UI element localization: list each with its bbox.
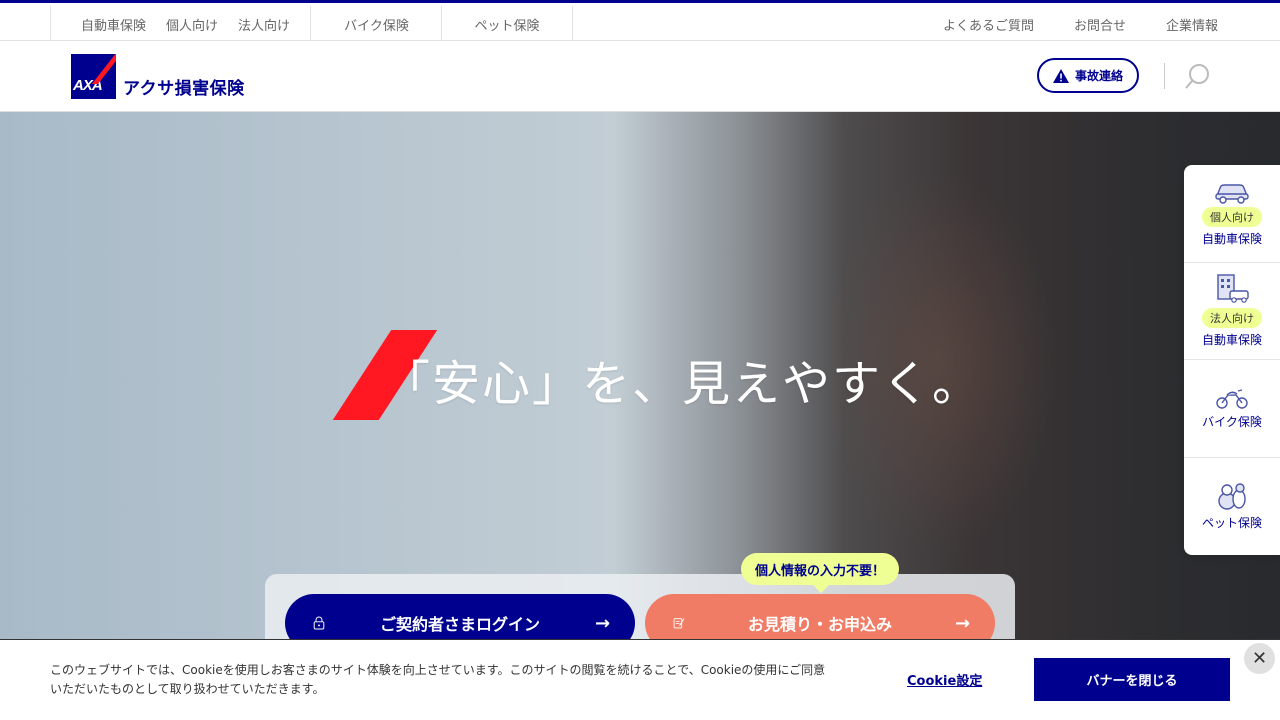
auto-insurance-group: 自動車保険 個人向け 法人向け <box>50 6 311 42</box>
link-faq[interactable]: よくあるご質問 <box>943 15 1034 34</box>
bike-group: バイク保険 <box>310 6 442 42</box>
link-corporate[interactable]: 法人向け <box>238 15 290 34</box>
side-badge-personal: 個人向け <box>1202 206 1262 227</box>
arrow-right-icon: → <box>955 612 971 634</box>
arrow-right-icon: → <box>595 612 611 634</box>
side-quick-nav: 個人向け 自動車保険 法人向け 自動車保険 バイク保険 ペット保険 <box>1184 165 1280 555</box>
link-pet-insurance[interactable]: ペット保険 <box>474 15 539 34</box>
cookie-banner: このウェブサイトでは、Cookieを使用しお客さまのサイト体験を向上させています… <box>0 639 1280 720</box>
form-pen-icon <box>645 612 685 634</box>
quote-apply-label: お見積り・お申込み <box>747 615 892 634</box>
lock-icon <box>285 612 325 634</box>
utility-bar: 自動車保険 個人向け 法人向け バイク保険 ペット保険 よくあるご質問 お問合せ… <box>0 0 1280 42</box>
accident-report-button[interactable]: 事故連絡 <box>1037 58 1139 93</box>
link-bike-insurance[interactable]: バイク保険 <box>344 15 409 34</box>
car-icon <box>1215 184 1249 204</box>
logo-red-slash <box>91 54 116 84</box>
side-label-auto: 自動車保険 <box>1201 231 1262 246</box>
side-badge-corporate: 法人向け <box>1202 308 1262 329</box>
link-corporate-info[interactable]: 企業情報 <box>1166 15 1218 34</box>
axa-logo[interactable]: AXA <box>71 54 116 99</box>
link-contact[interactable]: お問合せ <box>1074 15 1126 34</box>
warning-icon <box>1052 68 1069 83</box>
side-label-bike: バイク保険 <box>1202 415 1262 430</box>
brand-name[interactable]: アクサ損害保険 <box>123 74 245 99</box>
pet-group: ペット保険 <box>441 6 573 42</box>
hero-section: 「安心」を、見えやすく。 ご契約者さまログイン → お見積り・お申込み → <box>0 112 1280 720</box>
side-item-personal-auto[interactable]: 個人向け 自動車保険 <box>1184 165 1280 263</box>
header-divider <box>1164 63 1165 89</box>
side-item-corporate-auto[interactable]: 法人向け 自動車保険 <box>1184 263 1280 360</box>
cookie-message: このウェブサイトでは、Cookieを使用しお客さまのサイト体験を向上させています… <box>50 663 826 696</box>
pet-icon <box>1218 483 1246 510</box>
close-banner-button[interactable]: バナーを閉じる <box>1034 658 1230 701</box>
hero-title: 「安心」を、見えやすく。 <box>382 356 983 412</box>
link-auto-insurance[interactable]: 自動車保険 <box>81 15 146 34</box>
search-icon[interactable] <box>1184 63 1212 91</box>
cookie-settings-link[interactable]: Cookie設定 <box>907 670 982 689</box>
side-item-pet[interactable]: ペット保険 <box>1184 458 1280 556</box>
login-label: ご契約者さまログイン <box>379 615 540 634</box>
no-personal-info-bubble: 個人情報の入力不要！ <box>741 553 899 593</box>
side-label-pet: ペット保険 <box>1201 516 1262 531</box>
close-icon[interactable]: ✕ <box>1244 643 1275 674</box>
side-label-auto-corporate: 自動車保険 <box>1201 333 1262 348</box>
motorcycle-icon <box>1216 389 1248 409</box>
accident-report-label: 事故連絡 <box>1074 69 1123 83</box>
link-personal[interactable]: 個人向け <box>166 15 218 34</box>
utility-links-right: よくあるご質問 お問合せ 企業情報 <box>943 6 1218 42</box>
side-item-bike[interactable]: バイク保険 <box>1184 360 1280 458</box>
site-header: AXA アクサ損害保険 事故連絡 <box>0 41 1280 112</box>
building-car-icon <box>1217 274 1249 304</box>
